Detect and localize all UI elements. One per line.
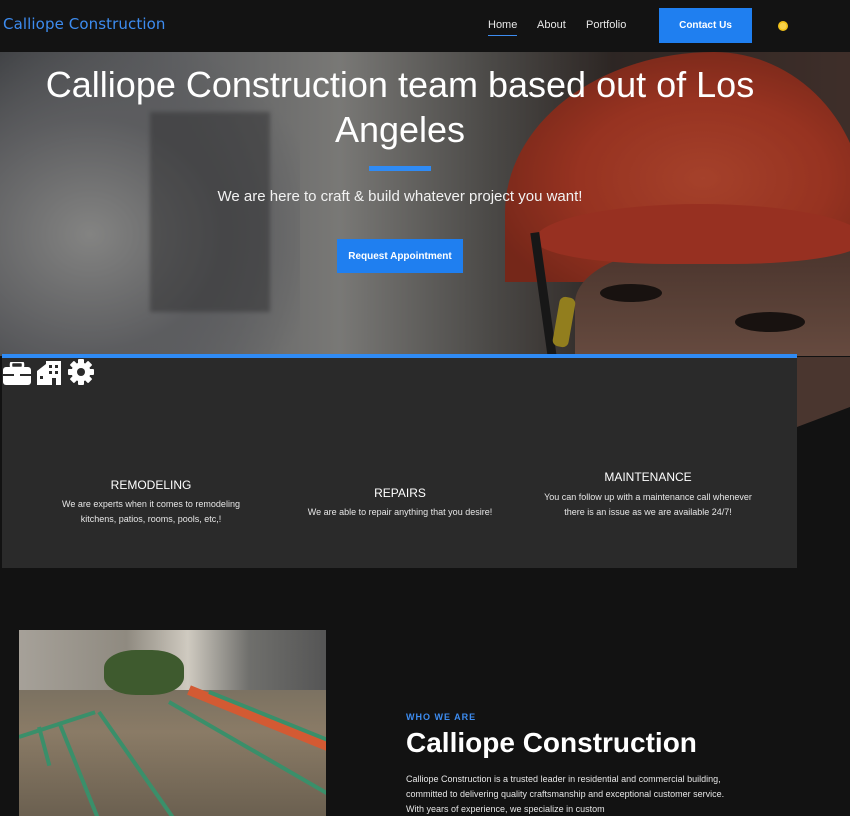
service-title-remodeling: REMODELING xyxy=(110,478,192,492)
services-panel: REMODELING We are experts when it comes … xyxy=(2,354,797,568)
about-eyebrow: WHO WE ARE xyxy=(406,712,477,722)
decorative-diagonal xyxy=(797,357,850,427)
construction-site-photo xyxy=(19,630,326,816)
toolbox-icon xyxy=(3,360,31,385)
request-appointment-button[interactable]: Request Appointment xyxy=(337,239,463,273)
nav-about-link[interactable]: About xyxy=(537,19,566,31)
about-title: Calliope Construction xyxy=(406,727,697,758)
contact-us-button[interactable]: Contact Us xyxy=(659,8,752,43)
service-title-maintenance: MAINTENANCE xyxy=(604,470,692,484)
brand-logo[interactable]: Calliope Construction xyxy=(3,15,165,33)
nav-portfolio-link[interactable]: Portfolio xyxy=(586,19,626,31)
service-desc-maintenance: You can follow up with a maintenance cal… xyxy=(544,492,752,517)
hero-divider xyxy=(369,166,431,171)
gear-icon xyxy=(67,359,94,385)
hero-subtitle: We are here to craft & build whatever pr… xyxy=(217,188,583,205)
hero-title: Calliope Construction team based out of … xyxy=(45,64,755,150)
top-nav: Calliope Construction Home About Portfol… xyxy=(0,0,850,52)
service-desc-repairs: We are able to repair anything that you … xyxy=(307,507,493,517)
building-icon xyxy=(37,361,62,385)
nav-home-link[interactable]: Home xyxy=(488,19,518,36)
sun-icon[interactable] xyxy=(776,19,790,33)
about-text: Calliope Construction is a trusted leade… xyxy=(406,774,725,814)
service-title-repairs: REPAIRS xyxy=(374,486,426,500)
service-desc-remodeling: We are experts when it comes to remodeli… xyxy=(62,499,240,524)
